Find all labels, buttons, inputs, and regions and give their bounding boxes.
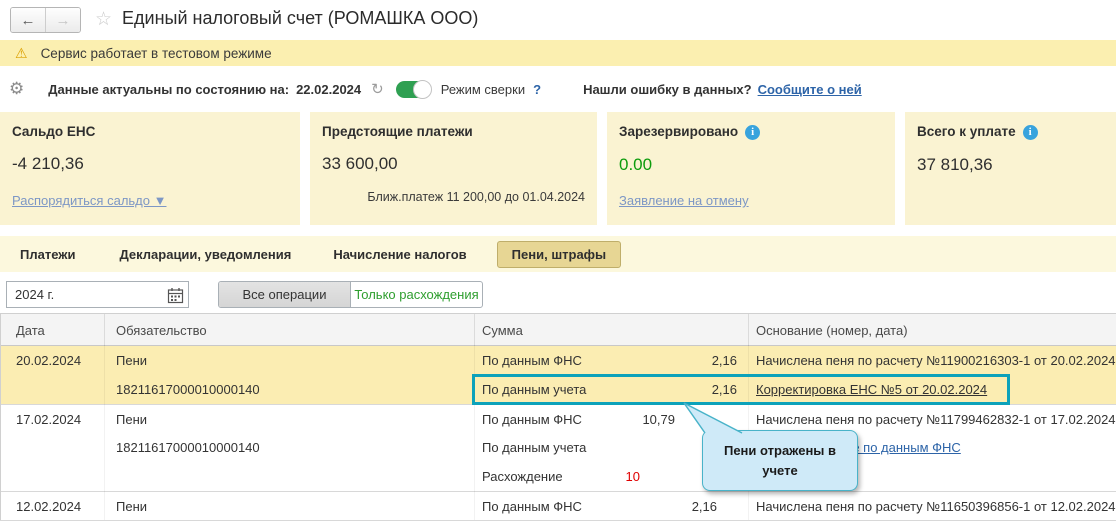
card-value: -4 210,36 [12, 154, 84, 173]
cell-date: 17.02.2024 [16, 412, 82, 427]
error-question-label: Нашли ошибку в данных? [583, 81, 752, 97]
page-title: Единый налоговый счет (РОМАШКА ООО) [122, 8, 479, 28]
refresh-icon[interactable]: ↻ [371, 80, 384, 98]
card-value: 33 600,00 [322, 154, 398, 173]
nearest-payment-note: Ближ.платеж 11 200,00 до 01.04.2024 [367, 190, 585, 204]
cell-obligation: Пени [116, 353, 148, 368]
cell-discrepancy-value: 10 [625, 469, 640, 484]
cell-obligation-kbk: 18211617000010000140 [116, 382, 260, 397]
table-header: Дата Обязательство Сумма Основание (номе… [0, 313, 1116, 347]
cell-sum-value: 2,16 [711, 353, 737, 368]
warning-icon: ⚠ [15, 45, 28, 61]
card-title: Предстоящие платежи [322, 124, 473, 139]
table-row[interactable]: 12.02.2024 Пени По данным ФНС 2,16 Начис… [0, 491, 1116, 520]
penalties-table: Дата Обязательство Сумма Основание (номе… [0, 313, 1116, 521]
tabs-bar: Платежи Декларации, уведомления Начислен… [0, 236, 1116, 272]
reconciliation-mode-label: Режим сверки [440, 81, 526, 97]
card-title: Сальдо ЕНС [12, 124, 96, 139]
column-header-obligation[interactable]: Обязательство [116, 323, 207, 338]
table-row[interactable]: Расхождение 10 [0, 462, 1116, 491]
cell-basis: Начислена пеня по расчету №11799462832-1… [756, 412, 1116, 427]
filter-row: 2024 г. Все операции Только расхождения [0, 281, 1116, 308]
card-ens-balance: Сальдо ЕНС -4 210,36 Распорядиться сальд… [0, 112, 300, 225]
back-button[interactable]: ← [11, 8, 45, 32]
actuality-label: Данные актуальны по состоянию на: [48, 81, 290, 97]
table-left-border [0, 313, 1, 520]
all-operations-button[interactable]: Все операции [219, 282, 351, 307]
column-header-date[interactable]: Дата [16, 323, 45, 338]
column-divider [474, 346, 475, 520]
period-value: 2024 г. [15, 287, 55, 302]
cell-obligation: Пени [116, 499, 148, 514]
card-upcoming-payments: Предстоящие платежи 33 600,00 Ближ.плате… [310, 112, 597, 225]
toolbar: ⚙ Данные актуальны по состоянию на: 22.0… [0, 74, 1116, 104]
only-discrepancies-button[interactable]: Только расхождения [351, 282, 482, 307]
favorite-star-icon[interactable]: ☆ [95, 8, 112, 31]
tooltip-arrow [683, 402, 743, 434]
table-row[interactable]: 17.02.2024 Пени По данным ФНС 10,79 Начи… [0, 404, 1116, 433]
column-divider [104, 314, 105, 347]
nav-button-group: ← → [10, 7, 81, 33]
card-total-due: Всего к уплате i 37 810,36 [905, 112, 1116, 225]
ens-account-window: ← → ☆ Единый налоговый счет (РОМАШКА ООО… [0, 0, 1116, 523]
cell-obligation-kbk: 18211617000010000140 [116, 440, 260, 455]
cell-sum-value: 10,79 [642, 412, 675, 427]
cell-sum-label: По данным учета [482, 440, 587, 455]
cell-date: 20.02.2024 [16, 353, 82, 368]
cell-obligation: Пени [116, 412, 148, 427]
tooltip-text: Пени отражены в учете [723, 443, 837, 478]
column-divider [474, 314, 475, 347]
reconciliation-mode-toggle[interactable] [395, 79, 432, 99]
penalties-tooltip: Пени отражены в учете [702, 430, 858, 491]
report-error-link[interactable]: Сообщите о ней [758, 82, 862, 97]
operations-segment-control: Все операции Только расхождения [218, 281, 483, 308]
card-value: 0.00 [619, 155, 653, 174]
row-separator [0, 520, 1116, 521]
cancel-application-link[interactable]: Заявление на отмену [619, 193, 749, 208]
card-title: Зарезервировано i [619, 124, 883, 140]
card-title-text: Всего к уплате [917, 124, 1016, 139]
calendar-icon[interactable] [167, 287, 184, 304]
actuality-date: 22.02.2024 [296, 81, 362, 97]
help-icon[interactable]: ? [533, 82, 541, 97]
info-icon[interactable]: i [745, 125, 761, 140]
dispose-balance-link[interactable]: Распорядиться сальдо ▼ [12, 193, 166, 208]
banner-text: Сервис работает в тестовом режиме [40, 45, 272, 61]
column-divider [748, 314, 749, 347]
tab-payments[interactable]: Платежи [20, 247, 75, 262]
test-mode-banner: ⚠ Сервис работает в тестовом режиме [0, 40, 1116, 66]
card-title: Всего к уплате i [917, 124, 1104, 140]
card-reserved: Зарезервировано i 0.00 Заявление на отмен… [607, 112, 895, 225]
settings-gear-icon[interactable]: ⚙ [9, 79, 24, 99]
table-row[interactable]: 20.02.2024 Пени По данным ФНС 2,16 Начис… [0, 346, 1116, 375]
forward-icon: → [55, 11, 71, 29]
tab-penalties-active[interactable]: Пени, штрафы [496, 240, 622, 268]
cell-basis: Начислена пеня по расчету №11650396856-1… [756, 499, 1116, 514]
period-input[interactable]: 2024 г. [6, 281, 189, 308]
card-title-text: Зарезервировано [619, 124, 739, 139]
cell-sum-value: 2,16 [691, 499, 717, 514]
column-header-basis[interactable]: Основание (номер, дата) [756, 323, 908, 338]
highlight-frame [472, 374, 1010, 405]
cell-sum-label-discrepancy: Расхождение [482, 469, 563, 484]
tab-tax-accruals[interactable]: Начисление налогов [333, 247, 466, 262]
forward-button[interactable]: → [45, 8, 80, 32]
cell-basis: Начислена пеня по расчету №11900216303-1… [756, 353, 1116, 368]
table-row[interactable]: 18211617000010000140 По данным учета Отр… [0, 433, 1116, 462]
title-bar: ← → ☆ Единый налоговый счет (РОМАШКА ООО… [0, 0, 1116, 40]
info-icon[interactable]: i [1022, 125, 1038, 140]
back-icon: ← [20, 11, 36, 29]
card-value: 37 810,36 [917, 155, 993, 174]
column-header-sum[interactable]: Сумма [482, 323, 523, 338]
cell-date: 12.02.2024 [16, 499, 82, 514]
column-divider [104, 346, 105, 520]
tab-declarations[interactable]: Декларации, уведомления [119, 247, 291, 262]
toggle-knob [412, 79, 432, 99]
